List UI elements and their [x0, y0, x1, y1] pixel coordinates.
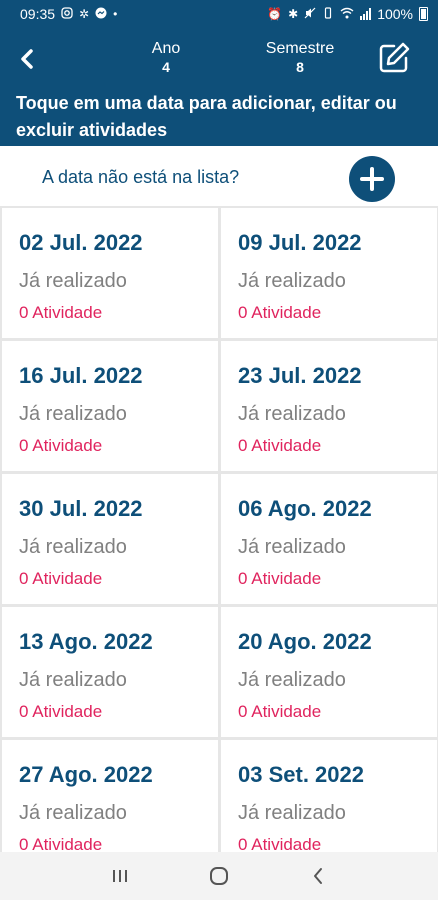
date-card[interactable]: 03 Set. 2022 Já realizado 0 Atividade: [221, 740, 437, 852]
recent-apps-icon: [112, 870, 127, 882]
card-date: 02 Jul. 2022: [19, 230, 143, 255]
card-status: Já realizado: [238, 536, 346, 558]
battery-percent: 100%: [377, 6, 413, 22]
card-date: 27 Ago. 2022: [19, 762, 153, 787]
card-activity-count: 0 Atividade: [238, 569, 322, 588]
date-card[interactable]: 20 Ago. 2022 Já realizado 0 Atividade: [221, 607, 437, 737]
instruction-text: Toque em uma data para adicionar, editar…: [16, 93, 397, 140]
card-status: Já realizado: [238, 270, 346, 292]
battery-icon: [419, 7, 428, 21]
alarm-icon: ⏰: [267, 7, 283, 21]
card-date: 20 Ago. 2022: [238, 629, 372, 654]
mute-icon: [304, 7, 316, 21]
card-activity-count: 0 Atividade: [19, 569, 103, 588]
card-status: Já realizado: [19, 270, 127, 292]
card-activity-count: 0 Atividade: [238, 303, 322, 322]
card-activity-count: 0 Atividade: [238, 702, 322, 721]
semestre-selector[interactable]: Semestre 8: [255, 40, 345, 76]
card-date: 09 Jul. 2022: [238, 230, 362, 255]
edit-button[interactable]: [376, 40, 412, 76]
status-bar: 09:35 ✲ • ⏰ ✱ 100%: [0, 0, 438, 28]
date-card[interactable]: 09 Jul. 2022 Já realizado 0 Atividade: [221, 208, 437, 338]
card-activity-count: 0 Atividade: [238, 835, 322, 852]
app-header: Ano 4 Semestre 8 Toque em uma data para …: [0, 28, 438, 146]
recent-apps-button[interactable]: [100, 856, 140, 896]
edit-icon: [379, 42, 410, 73]
ano-label: Ano: [151, 40, 181, 57]
date-card[interactable]: 06 Ago. 2022 Já realizado 0 Atividade: [221, 474, 437, 604]
ano-selector[interactable]: Ano 4: [140, 40, 192, 76]
card-date: 23 Jul. 2022: [238, 363, 362, 388]
plus-icon: [360, 167, 384, 191]
app-root: 09:35 ✲ • ⏰ ✱ 100% Ano 4 Semestre 8 Toqu…: [0, 0, 438, 900]
card-activity-count: 0 Atividade: [19, 702, 103, 721]
wifi-icon: [340, 7, 354, 21]
card-date: 13 Ago. 2022: [19, 629, 153, 654]
card-activity-count: 0 Atividade: [19, 303, 103, 322]
card-status: Já realizado: [238, 669, 346, 691]
messenger-icon: [95, 7, 107, 21]
date-card[interactable]: 16 Jul. 2022 Já realizado 0 Atividade: [2, 341, 218, 471]
semestre-value: 8: [296, 59, 304, 75]
pinwheel-icon: ✲: [79, 7, 90, 21]
bluetooth-icon: ✱: [288, 7, 299, 21]
semestre-label: Semestre: [265, 40, 335, 57]
date-card[interactable]: 23 Jul. 2022 Já realizado 0 Atividade: [221, 341, 437, 471]
card-date: 30 Jul. 2022: [19, 496, 143, 521]
date-card[interactable]: 13 Ago. 2022 Já realizado 0 Atividade: [2, 607, 218, 737]
home-icon: [209, 867, 228, 885]
date-card[interactable]: 30 Jul. 2022 Já realizado 0 Atividade: [2, 474, 218, 604]
status-right: ⏰ ✱ 100%: [267, 6, 428, 22]
system-nav-bar: [0, 852, 438, 900]
dot-icon: •: [113, 7, 118, 21]
card-status: Já realizado: [19, 802, 127, 824]
back-nav-button[interactable]: [298, 856, 338, 896]
home-button[interactable]: [199, 856, 239, 896]
chevron-left-icon: [21, 49, 33, 69]
card-status: Já realizado: [19, 669, 127, 691]
vibrate-icon: [322, 7, 334, 21]
card-status: Já realizado: [19, 403, 127, 425]
status-time: 09:35: [20, 6, 56, 22]
date-card[interactable]: 02 Jul. 2022 Já realizado 0 Atividade: [2, 208, 218, 338]
signal-icon: [360, 8, 372, 20]
card-status: Já realizado: [238, 802, 346, 824]
card-date: 16 Jul. 2022: [19, 363, 143, 388]
card-status: Já realizado: [19, 536, 127, 558]
back-button[interactable]: [14, 44, 40, 74]
missing-date-link[interactable]: A data não está na lista?: [42, 167, 239, 188]
card-status: Já realizado: [238, 403, 346, 425]
add-date-button[interactable]: [349, 156, 395, 202]
date-grid: 02 Jul. 2022 Já realizado 0 Atividade 09…: [0, 206, 438, 852]
card-date: 06 Ago. 2022: [238, 496, 372, 521]
status-left: 09:35 ✲ •: [20, 6, 117, 22]
card-activity-count: 0 Atividade: [238, 436, 322, 455]
instagram-icon: [61, 7, 73, 21]
chevron-left-icon: [314, 868, 323, 884]
date-card[interactable]: 27 Ago. 2022 Já realizado 0 Atividade: [2, 740, 218, 852]
card-activity-count: 0 Atividade: [19, 835, 103, 852]
card-activity-count: 0 Atividade: [19, 436, 103, 455]
ano-value: 4: [162, 59, 170, 75]
card-date: 03 Set. 2022: [238, 762, 364, 787]
